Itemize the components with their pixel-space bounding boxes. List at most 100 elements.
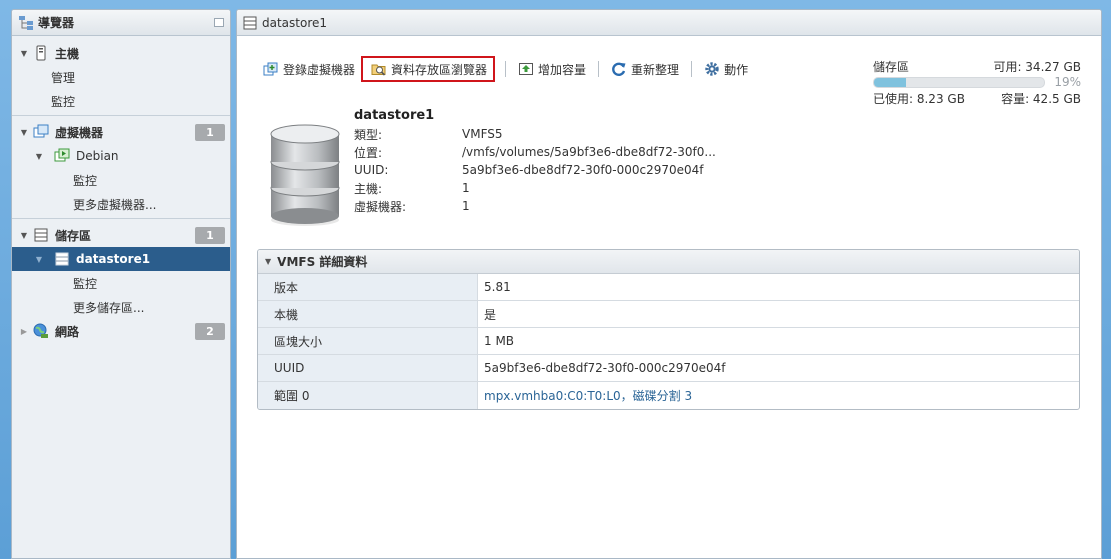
refresh-button[interactable]: 重新整理: [607, 56, 683, 82]
datastore-browser-icon: [371, 61, 387, 77]
host-icon: [33, 45, 49, 61]
property-value: 是: [484, 307, 497, 322]
nav-item-debian[interactable]: ▼ Debian: [12, 144, 230, 168]
register-vm-button[interactable]: 登錄虛擬機器: [259, 56, 359, 82]
expand-arrow-icon[interactable]: ▼: [34, 152, 44, 161]
refresh-label: 重新整理: [631, 62, 680, 77]
network-globe-icon: [33, 323, 49, 339]
increase-capacity-label: 增加容量: [538, 62, 587, 77]
storage-capacity: 容量: 42.5 GB: [1001, 91, 1081, 106]
storage-summary: 儲存區 可用: 34.27 GB 19% 已使用: 8.23 GB 容量: 42…: [873, 58, 1081, 106]
collapse-navigator-button[interactable]: [214, 18, 224, 27]
vmfs-details-header[interactable]: ▼ VMFS 詳細資料: [258, 250, 1079, 274]
vmfs-details-panel: ▼ VMFS 詳細資料 版本 5.81 本機 是 區塊大小 1 MB UUID …: [257, 249, 1080, 410]
table-row: 本機 是: [258, 301, 1079, 328]
property-name: UUID: [258, 355, 478, 381]
register-vm-label: 登錄虛擬機器: [283, 62, 356, 77]
nav-item-networking[interactable]: ▶ 網路 2: [12, 319, 230, 343]
register-vm-icon: [263, 61, 279, 77]
increase-capacity-icon: [518, 61, 534, 77]
navigator-header: 導覽器: [12, 10, 230, 36]
navigator-icon: [18, 15, 34, 31]
info-row: 虛擬機器: 1: [354, 197, 716, 215]
expand-arrow-icon[interactable]: ▶: [19, 327, 29, 336]
vmfs-details-title: VMFS 詳細資料: [277, 255, 368, 269]
navigator-tree: ▼ 主機 管理 監控 ▼ 虛擬機器 1 ▼ Debian 監控 更多虛擬機器..…: [12, 36, 230, 343]
count-badge: 1: [195, 227, 225, 244]
datastore-name: datastore1: [354, 108, 435, 123]
nav-item-monitor-vm[interactable]: 監控: [12, 168, 230, 192]
page-title: datastore1: [262, 15, 328, 30]
datastore-icon: [54, 251, 70, 267]
table-row: UUID 5a9bf3e6-dbe8df72-30f0-000c2970e04f: [258, 355, 1079, 382]
info-row: 位置: /vmfs/volumes/5a9bf3e6-dbe8df72-30f0…: [354, 143, 716, 161]
nav-item-more-vms[interactable]: 更多虛擬機器...: [12, 192, 230, 216]
main-header: datastore1: [237, 10, 1101, 36]
datastore-large-icon: [269, 116, 341, 231]
info-value: 1: [462, 181, 470, 195]
expand-arrow-icon[interactable]: ▼: [19, 49, 29, 58]
storage-label: 儲存區: [873, 59, 910, 74]
count-badge: 1: [195, 124, 225, 141]
datastore-browser-button[interactable]: 資料存放區瀏覽器: [361, 56, 496, 82]
info-value: /vmfs/volumes/5a9bf3e6-dbe8df72-30f0...: [462, 145, 716, 159]
expand-arrow-icon[interactable]: ▼: [19, 231, 29, 240]
toolbar-divider: [598, 61, 600, 77]
gear-icon: [704, 61, 720, 77]
actions-label: 動作: [724, 62, 749, 77]
nav-item-label: 儲存區: [55, 228, 92, 243]
divider: [12, 115, 230, 116]
table-row: 範圍 0 mpx.vmhba0:C0:T0:L0，磁碟分割 3: [258, 382, 1079, 409]
storage-icon: [33, 227, 49, 243]
info-key: UUID:: [354, 163, 389, 177]
collapse-arrow-icon[interactable]: ▼: [265, 257, 271, 266]
property-value: 1 MB: [484, 334, 515, 348]
actions-button[interactable]: 動作: [700, 56, 752, 82]
property-value: 5a9bf3e6-dbe8df72-30f0-000c2970e04f: [484, 361, 726, 375]
nav-item-host[interactable]: ▼ 主機: [12, 41, 230, 65]
datastore-browser-label: 資料存放區瀏覽器: [391, 62, 488, 77]
expand-arrow-icon[interactable]: ▼: [34, 255, 44, 264]
nav-item-storage[interactable]: ▼ 儲存區 1: [12, 223, 230, 247]
nav-item-label: 監控: [51, 94, 76, 109]
navigator-panel: 導覽器 ▼ 主機 管理 監控 ▼ 虛擬機器 1 ▼ Debian 監控 更多虛擬…: [11, 9, 231, 559]
property-name: 本機: [258, 301, 478, 327]
property-name: 範圍 0: [258, 382, 478, 409]
nav-item-virtual-machines[interactable]: ▼ 虛擬機器 1: [12, 120, 230, 144]
table-row: 區塊大小 1 MB: [258, 328, 1079, 355]
datastore-icon: [243, 16, 257, 30]
nav-item-monitor-datastore[interactable]: 監控: [12, 271, 230, 295]
table-row: 版本 5.81: [258, 274, 1079, 301]
nav-item-label: 主機: [55, 46, 80, 61]
info-key: 類型:: [354, 127, 383, 142]
storage-percent: 19%: [1054, 75, 1081, 89]
info-key: 位置:: [354, 145, 383, 160]
storage-usage-fill: [874, 77, 907, 87]
nav-item-label: 管理: [51, 70, 76, 85]
property-value: 5.81: [484, 280, 511, 294]
info-row: UUID: 5a9bf3e6-dbe8df72-30f0-000c2970e04…: [354, 161, 716, 179]
info-value: 5a9bf3e6-dbe8df72-30f0-000c2970e04f: [462, 163, 704, 177]
nav-item-label: datastore1: [76, 252, 151, 266]
nav-item-monitor-host[interactable]: 監控: [12, 89, 230, 113]
nav-item-label: 更多虛擬機器...: [73, 197, 157, 212]
nav-item-label: 網路: [55, 324, 80, 339]
nav-item-more-storage[interactable]: 更多儲存區...: [12, 295, 230, 319]
nav-item-label: 監控: [73, 173, 98, 188]
info-key: 虛擬機器:: [354, 199, 407, 214]
info-row: 主機: 1: [354, 179, 716, 197]
info-row: 類型: VMFS5: [354, 125, 716, 143]
info-value: VMFS5: [462, 127, 503, 141]
vm-running-icon: [54, 148, 70, 164]
expand-arrow-icon[interactable]: ▼: [19, 128, 29, 137]
count-badge: 2: [195, 323, 225, 340]
increase-capacity-button[interactable]: 增加容量: [514, 56, 590, 82]
info-key: 主機:: [354, 181, 383, 196]
nav-item-datastore1[interactable]: ▼ datastore1: [12, 247, 230, 271]
datastore-info: datastore1 類型: VMFS5 位置: /vmfs/volumes/5…: [354, 108, 716, 215]
extent-link[interactable]: mpx.vmhba0:C0:T0:L0，磁碟分割 3: [484, 387, 692, 404]
info-value: 1: [462, 199, 470, 213]
toolbar-divider: [691, 61, 693, 77]
nav-item-label: 虛擬機器: [55, 125, 104, 140]
nav-item-manage[interactable]: 管理: [12, 65, 230, 89]
